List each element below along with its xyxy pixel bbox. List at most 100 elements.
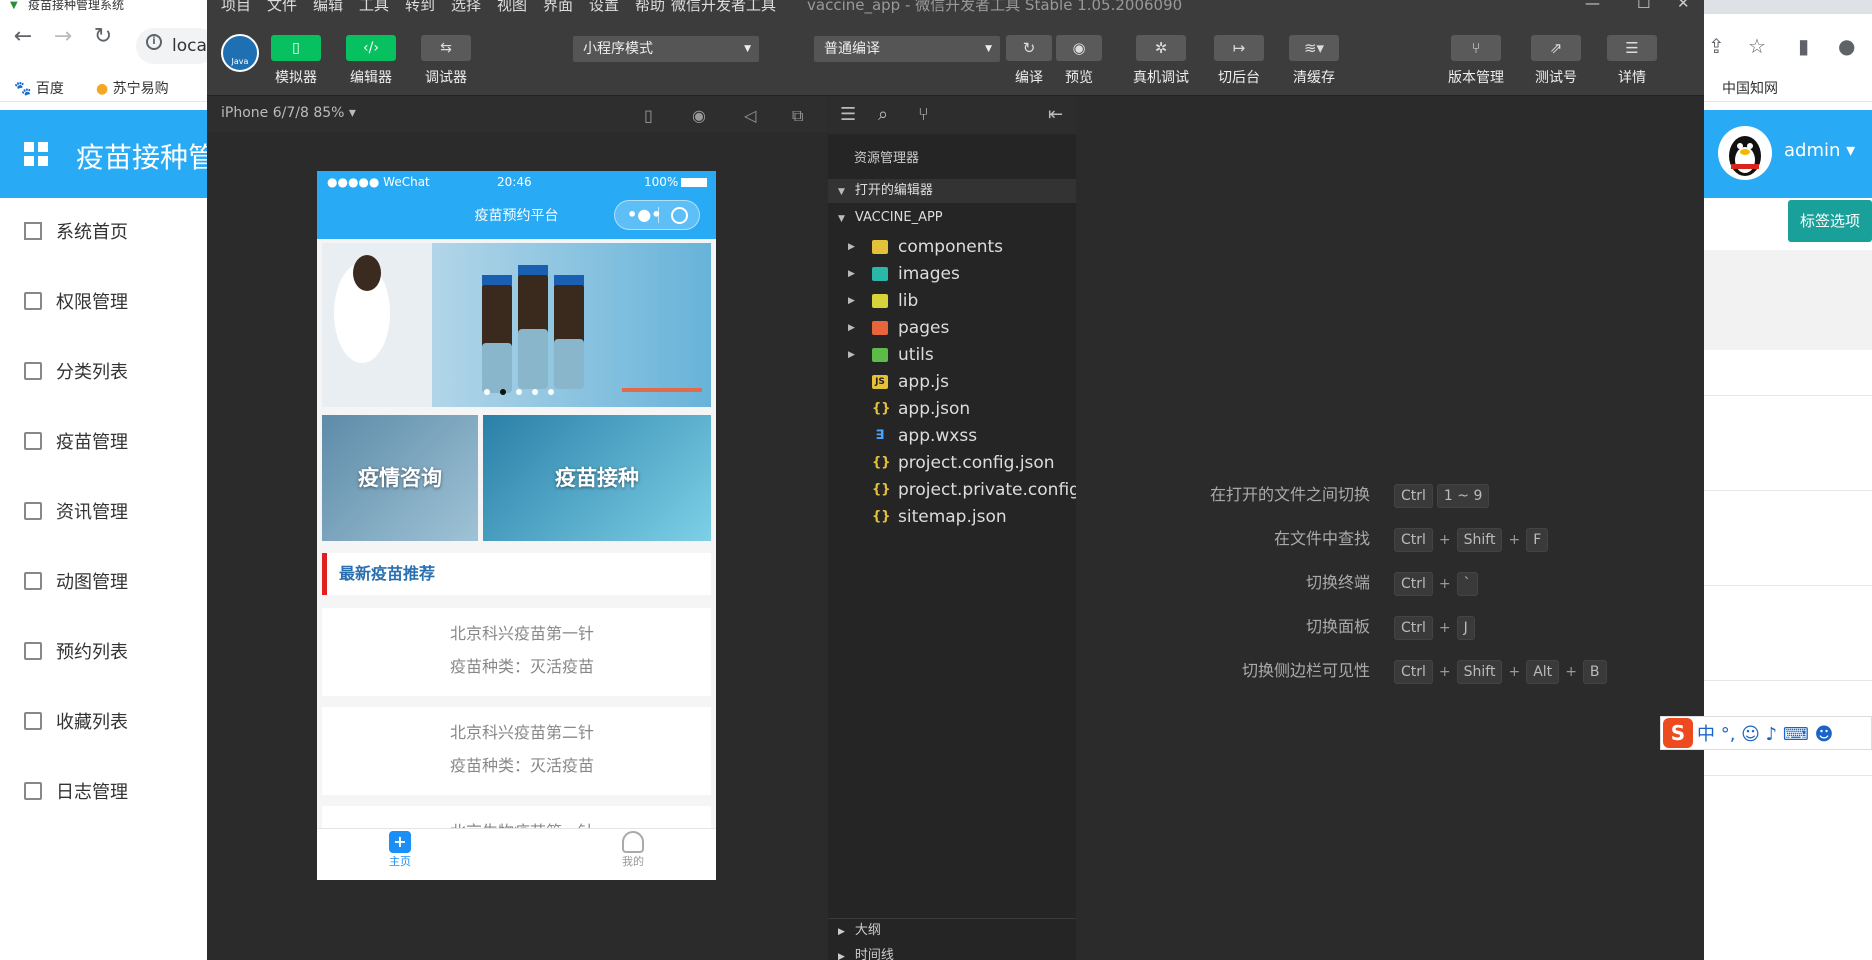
close-icon[interactable]: ✕ [1677,0,1690,12]
tile-consult[interactable]: 疫情咨询 [322,415,478,541]
grid-menu-icon[interactable] [24,142,48,166]
compile-select[interactable]: 普通编译 ▼ [814,36,1000,62]
background-button[interactable]: ↦ [1214,35,1264,61]
test-id-button[interactable]: ⇗ [1531,35,1581,61]
share-icon[interactable]: ⇪ [1708,34,1725,58]
sidebar-item-label: 资讯管理 [56,502,128,523]
tree-folder-lib[interactable]: ▶ lib [828,288,1076,314]
tree-file-app-js[interactable]: JS app.js [828,369,1076,395]
vaccine-card[interactable]: 北京科兴疫苗第一针 疫苗种类：灭活疫苗 [322,608,711,696]
sidepanel-icon[interactable]: ▮ [1798,34,1809,58]
tree-file-sitemap[interactable]: {} sitemap.json [828,504,1076,530]
tile-vaccinate[interactable]: 疫苗接种 [483,415,711,541]
sidebar-item-logs[interactable]: 日志管理 [24,773,204,813]
project-section[interactable]: ▼ VACCINE_APP [828,206,1076,230]
version-button[interactable]: ⑂ [1451,35,1501,61]
emoji-icon[interactable]: ☺ [1741,724,1760,745]
timeline-section[interactable]: ▶ 时间线 [828,944,1076,960]
open-editors-label: 打开的编辑器 [854,183,933,198]
preview-button[interactable]: ◉ [1056,35,1102,61]
avatar[interactable] [1718,126,1772,180]
sidebar-item-appointments[interactable]: 预约列表 [24,633,204,673]
keyboard-icon[interactable]: ⌨ [1783,724,1809,745]
tree-folder-images[interactable]: ▶ images [828,261,1076,287]
sidebar-item-news[interactable]: 资讯管理 [24,493,204,533]
ime-toolbar[interactable]: S中 °, ☺ ♪ ⌨ ☻ [1660,716,1872,750]
close-miniprogram-icon[interactable] [671,207,688,224]
sidebar-item-category[interactable]: 分类列表 [24,353,204,393]
menu-item[interactable]: 界面 [543,0,573,14]
sidebar-item-permission[interactable]: 权限管理 [24,283,204,323]
clear-cache-button[interactable]: ≋▾ [1289,35,1339,61]
tree-folder-pages[interactable]: ▶ pages [828,315,1076,341]
tag-options-button[interactable]: 标签选项 [1788,200,1872,242]
tree-folder-components[interactable]: ▶ components [828,234,1076,260]
tree-file-project-config[interactable]: {} project.config.json [828,450,1076,476]
reload-icon[interactable]: ↻ [88,22,118,52]
sidebar-item-banner[interactable]: 动图管理 [24,563,204,603]
simulator-toggle[interactable]: ▯ [271,35,321,61]
menu-item[interactable]: 视图 [497,0,527,14]
open-editors-section[interactable]: ▼ 打开的编辑器 [828,179,1076,203]
list-icon[interactable]: ☰ [840,104,856,125]
bookmark-cnki[interactable]: 中国知网 [1704,78,1778,98]
menu-item[interactable]: 设置 [589,0,619,14]
admin-user-menu[interactable]: admin ▾ [1784,140,1855,161]
menu-item[interactable]: 工具 [359,0,389,14]
menu-item[interactable]: 文件 [267,0,297,14]
sidebar-item-home[interactable]: 系统首页 [24,213,204,253]
tree-file-app-json[interactable]: {} app.json [828,396,1076,422]
search-icon[interactable]: ⌕ [878,104,888,125]
menu-item[interactable]: 编辑 [313,0,343,14]
details-button[interactable]: ☰ [1607,35,1657,61]
menu-item[interactable]: 选择 [451,0,481,14]
sidebar-item-favorites[interactable]: 收藏列表 [24,703,204,743]
tree-label: pages [898,318,950,338]
menu-item[interactable]: 转到 [405,0,435,14]
tab-mine[interactable]: 我的 [603,831,663,869]
more-icon[interactable]: •●• [627,201,661,229]
sidebar-item-vaccine[interactable]: 疫苗管理 [24,423,204,463]
mic-icon[interactable]: ♪ [1766,724,1778,745]
phone-icon[interactable]: ▯ [644,106,653,125]
vaccine-card[interactable]: 北京科兴疫苗第二针 疫苗种类：灭活疫苗 [322,707,711,795]
site-info-icon[interactable]: i [146,34,162,50]
miniprogram-capsule[interactable]: •●• [614,200,700,230]
menu-item[interactable]: 项目 [221,0,251,14]
avatar-java-logo[interactable]: Java [221,34,259,72]
ime-mode[interactable]: 中 [1697,724,1715,745]
bookmark-star-icon[interactable]: ☆ [1748,34,1766,58]
tree-file-app-wxss[interactable]: ∃ app.wxss [828,423,1076,449]
menu-item[interactable]: 微信开发者工具 [671,0,776,14]
bookmark-suning[interactable]: ● 苏宁易购 [96,78,169,98]
mode-select[interactable]: 小程序模式 ▼ [573,36,759,62]
user-icon[interactable]: ☻ [1815,724,1834,745]
profile-icon[interactable]: ● [1838,34,1855,58]
banner-carousel[interactable] [322,243,711,407]
popout-icon[interactable]: ⧉ [792,106,803,126]
editor-toggle[interactable]: ‹/› [346,35,396,61]
real-device-debug-button[interactable]: ✲ [1136,35,1186,61]
debugger-toggle[interactable]: ⇆ [421,35,471,61]
tree-file-project-private-config[interactable]: {} project.private.config... [828,477,1076,503]
tree-folder-utils[interactable]: ▶ utils [828,342,1076,368]
document-icon [24,292,42,310]
forward-icon[interactable]: → [48,22,78,52]
collapse-panel-icon[interactable]: ⇤ [1048,104,1063,125]
key-cap: Ctrl [1394,660,1433,684]
home-icon [24,222,42,240]
outline-section[interactable]: ▶ 大纲 [828,918,1076,942]
minimize-icon[interactable]: — [1585,0,1600,12]
git-branch-icon[interactable]: ⑂ [918,104,929,125]
tab-home[interactable]: + 主页 [370,831,430,869]
bookmark-baidu[interactable]: 🐾 百度 [14,78,64,98]
volume-icon[interactable]: ◁ [744,106,756,125]
record-icon[interactable]: ◉ [692,106,706,125]
back-icon[interactable]: ← [8,22,38,52]
maximize-icon[interactable]: ☐ [1637,0,1650,12]
menu-item[interactable]: 帮助 [635,0,665,14]
browser-tab[interactable]: 疫苗接种管理系统 [0,0,220,14]
device-select[interactable]: iPhone 6/7/8 85% ▾ [221,105,356,121]
compile-button[interactable]: ↻ [1006,35,1052,61]
url-text: loca [172,36,207,56]
